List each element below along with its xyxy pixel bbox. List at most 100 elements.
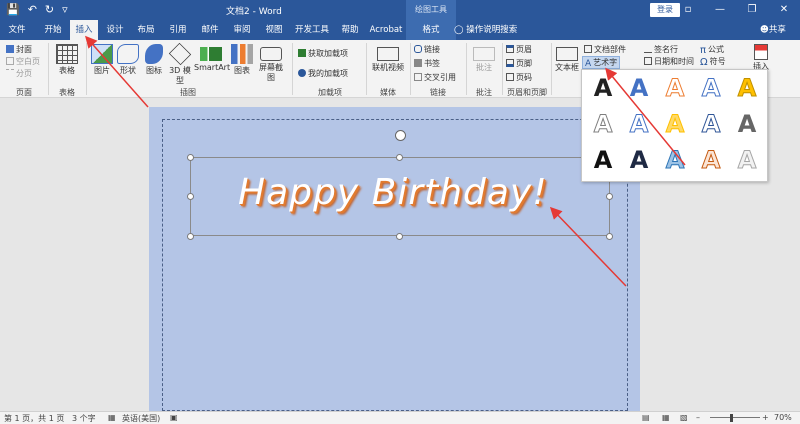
tab-mailings[interactable]: 邮件 [196,20,224,40]
tab-help[interactable]: 帮助 [336,20,364,40]
tab-review[interactable]: 审阅 [228,20,256,40]
blank-page-button[interactable]: 空白页 [6,56,40,67]
wordart-style-5[interactable]: A [732,74,762,103]
wordart-label: 艺术字 [593,58,618,67]
screenshot-button[interactable]: 屏幕截图 [256,44,286,83]
tab-design[interactable]: 设计 [102,20,128,40]
bookmark-button[interactable]: 书签 [414,58,440,69]
resize-handle-sw[interactable] [187,233,194,240]
comment-button[interactable]: 批注 [470,44,498,73]
insert-embed-button[interactable]: 插入 [748,44,774,72]
tab-view[interactable]: 视图 [260,20,288,40]
wordart-style-3[interactable]: A [660,74,690,103]
page-count[interactable]: 第 1 页，共 1 页 [4,413,64,424]
wordart-button[interactable]: A 艺术字 [582,56,621,69]
proofing-icon[interactable]: ▦ [108,413,116,422]
get-addins-button[interactable]: 获取加载项 [298,48,348,59]
document-title: 文档2 - Word [226,7,282,17]
header-button[interactable]: 页眉 [506,44,532,55]
close-icon[interactable]: ✕ [768,0,800,20]
undo-icon[interactable]: ↶ [28,3,37,17]
table-button[interactable]: 表格 [54,44,80,76]
resize-handle-se[interactable] [606,233,613,240]
tab-home[interactable]: 开始 [38,20,68,40]
wordart-text[interactable]: Happy Birthday! [238,172,578,222]
wordart-style-8[interactable]: A [660,110,690,139]
word-count[interactable]: 3 个字 [72,413,96,424]
wordart-style-9[interactable]: A [696,110,726,139]
wordart-style-11[interactable]: A [588,146,618,174]
resize-handle-e[interactable] [606,193,613,200]
customize-qa-icon[interactable]: ▿ [62,3,68,17]
shapes-button[interactable]: 形状 [116,44,140,76]
wordart-style-2[interactable]: A [624,74,654,102]
zoom-slider-thumb[interactable] [730,414,733,422]
my-addins-button[interactable]: 我的加载项 [298,68,348,79]
3d-model-button[interactable]: 3D 模型 [168,42,192,86]
header-label: 页眉 [516,45,532,54]
tab-layout[interactable]: 布局 [132,20,160,40]
wordart-style-14[interactable]: A [696,146,726,175]
macro-icon[interactable]: ▣ [170,413,178,422]
link-button[interactable]: 链接 [414,44,440,55]
zoom-slider[interactable] [710,417,760,418]
picture-button[interactable]: 图片 [90,44,114,76]
tab-format[interactable]: 格式 [406,20,456,40]
group-separator [48,43,49,95]
redo-icon[interactable]: ↻ [45,3,54,17]
smartart-button[interactable]: SmartArt [194,44,230,73]
rotate-handle[interactable] [395,130,406,141]
tab-references[interactable]: 引用 [164,20,192,40]
symbol-button[interactable]: Ω 符号 [700,56,726,68]
icons-button[interactable]: 图标 [142,44,166,76]
cover-page-button[interactable]: 封面 [6,44,32,55]
table-label: 表格 [59,66,75,75]
online-video-button[interactable]: 联机视频 [370,44,406,73]
equation-button[interactable]: π 公式 [700,44,724,56]
ribbon-display-icon[interactable]: ▫ [672,0,704,20]
zoom-level[interactable]: 70% [774,413,792,422]
language[interactable]: 英语(美国) [122,413,160,424]
signature-line-button[interactable]: 签名行 [644,44,678,55]
save-icon[interactable]: 💾 [6,3,20,17]
zoom-out-icon[interactable]: – [696,413,700,422]
page-number-button[interactable]: 页码 [506,72,532,83]
wordart-style-4[interactable]: A [696,74,726,103]
resize-handle-w[interactable] [187,193,194,200]
maximize-icon[interactable]: ❐ [736,0,768,20]
zoom-in-icon[interactable]: + [762,413,769,422]
wordart-style-12[interactable]: A [624,146,654,174]
share-button[interactable]: ☻共享 [760,20,786,40]
footer-button[interactable]: 页脚 [506,58,532,69]
read-mode-icon[interactable]: ▤ [642,413,650,422]
tab-acrobat[interactable]: Acrobat [368,20,404,40]
wordart-style-6[interactable]: A [588,110,618,139]
chart-button[interactable]: 图表 [230,44,254,76]
document-parts-button[interactable]: 文档部件 [584,44,626,55]
resize-handle-nw[interactable] [187,154,194,161]
wordart-style-1[interactable]: A [588,74,618,102]
textbox-button[interactable]: 文本框 [554,44,580,73]
picture-icon [91,44,113,64]
cube-icon [168,42,192,66]
wordart-style-7[interactable]: A [624,110,654,139]
wordart-style-13[interactable]: A [660,146,690,175]
minimize-icon[interactable]: — [704,0,736,20]
group-separator [292,43,293,95]
cover-label: 封面 [16,45,32,54]
date-time-button[interactable]: 日期和时间 [644,56,694,67]
tab-file[interactable]: 文件 [4,20,30,40]
page-number-icon [506,73,514,81]
page-break-button[interactable]: 分页 [6,68,32,79]
print-layout-icon[interactable]: ▦ [662,413,670,422]
cross-reference-button[interactable]: 交叉引用 [414,72,456,83]
web-layout-icon[interactable]: ▧ [680,413,688,422]
wordart-style-15[interactable]: A [732,146,762,175]
status-bar: 第 1 页，共 1 页 3 个字 ▦ 英语(美国) ▣ ▤ ▦ ▧ – + 70… [0,411,800,424]
resize-handle-s[interactable] [396,233,403,240]
resize-handle-n[interactable] [396,154,403,161]
wordart-style-10[interactable]: A [732,110,762,138]
tab-developer[interactable]: 开发工具 [292,20,332,40]
tell-me-search[interactable]: ◯ 操作说明搜索 [454,20,517,40]
tab-insert[interactable]: 插入 [70,20,98,40]
